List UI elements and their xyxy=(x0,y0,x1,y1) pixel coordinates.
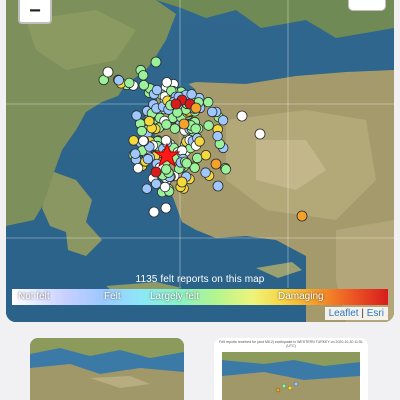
felt-report-marker[interactable] xyxy=(254,128,266,140)
felt-report-marker[interactable] xyxy=(220,164,232,175)
felt-report-marker[interactable] xyxy=(131,110,142,121)
felt-report-marker[interactable] xyxy=(143,115,155,127)
felt-report-marker[interactable] xyxy=(202,96,214,108)
felt-report-marker[interactable] xyxy=(130,148,141,159)
layers-button[interactable] xyxy=(348,0,386,11)
felt-report-marker[interactable] xyxy=(124,77,135,89)
felt-report-marker[interactable] xyxy=(170,98,182,110)
thumbnail-map-2[interactable]: Felt reports received for (and M6.2) ear… xyxy=(214,338,368,400)
felt-report-marker[interactable] xyxy=(148,206,160,218)
felt-report-marker[interactable] xyxy=(102,66,114,78)
attribution-separator: | xyxy=(361,308,364,319)
felt-report-marker[interactable] xyxy=(160,164,172,175)
felt-report-marker[interactable] xyxy=(161,77,173,88)
felt-reports-map[interactable]: − 1135 felt reports on this map Not felt… xyxy=(6,0,394,322)
thumbnail-map-2-caption: Felt reports received for (and M6.2) ear… xyxy=(219,340,363,348)
felt-report-marker[interactable] xyxy=(186,89,197,100)
felt-report-marker[interactable] xyxy=(113,75,125,86)
esri-link[interactable]: Esri xyxy=(367,308,384,319)
felt-report-marker[interactable] xyxy=(142,153,154,165)
felt-report-marker[interactable] xyxy=(161,119,172,130)
felt-report-marker[interactable] xyxy=(150,178,162,190)
felt-report-marker[interactable] xyxy=(296,210,308,222)
felt-report-marker[interactable] xyxy=(178,118,190,130)
felt-report-marker[interactable] xyxy=(128,135,139,146)
felt-report-marker[interactable] xyxy=(160,135,172,146)
felt-report-marker[interactable] xyxy=(190,123,201,134)
felt-report-marker[interactable] xyxy=(132,162,144,174)
legend-label-felt: Felt xyxy=(104,291,121,302)
intensity-legend: Not felt Felt Largely felt Damaging xyxy=(12,289,388,305)
felt-report-marker[interactable] xyxy=(137,70,149,81)
thumbnail-map-1[interactable] xyxy=(30,338,184,400)
felt-reports-count: 1135 felt reports on this map xyxy=(135,274,265,285)
map-attribution: Leaflet | Esri xyxy=(324,307,388,320)
felt-report-marker[interactable] xyxy=(212,180,224,192)
felt-report-marker[interactable] xyxy=(210,158,222,170)
felt-report-marker[interactable] xyxy=(200,149,212,161)
felt-report-marker[interactable] xyxy=(217,115,229,126)
felt-report-marker[interactable] xyxy=(200,167,211,178)
felt-report-marker[interactable] xyxy=(176,176,188,188)
felt-report-marker[interactable] xyxy=(194,136,205,147)
felt-report-marker[interactable] xyxy=(138,79,150,91)
felt-report-marker[interactable] xyxy=(160,202,172,214)
thumbnail-map-1-image xyxy=(30,338,184,400)
felt-report-marker[interactable] xyxy=(181,158,192,169)
felt-report-marker[interactable] xyxy=(212,130,223,142)
felt-report-marker[interactable] xyxy=(236,110,248,122)
felt-report-marker[interactable] xyxy=(203,120,214,131)
zoom-out-button[interactable]: − xyxy=(18,0,52,24)
felt-report-marker[interactable] xyxy=(192,152,203,164)
felt-report-marker[interactable] xyxy=(159,181,171,193)
legend-label-damaging: Damaging xyxy=(278,291,324,302)
felt-report-marker[interactable] xyxy=(150,56,162,68)
legend-label-not-felt: Not felt xyxy=(18,291,50,302)
felt-report-marker[interactable] xyxy=(141,183,153,194)
legend-label-largely-felt: Largely felt xyxy=(150,291,199,302)
felt-report-marker[interactable] xyxy=(151,84,163,96)
felt-report-marker[interactable] xyxy=(190,102,202,114)
felt-report-marker[interactable] xyxy=(206,106,218,118)
felt-report-marker[interactable] xyxy=(150,166,162,178)
felt-report-marker[interactable] xyxy=(138,135,149,147)
leaflet-link[interactable]: Leaflet xyxy=(329,308,359,319)
felt-report-marker[interactable] xyxy=(136,125,148,137)
